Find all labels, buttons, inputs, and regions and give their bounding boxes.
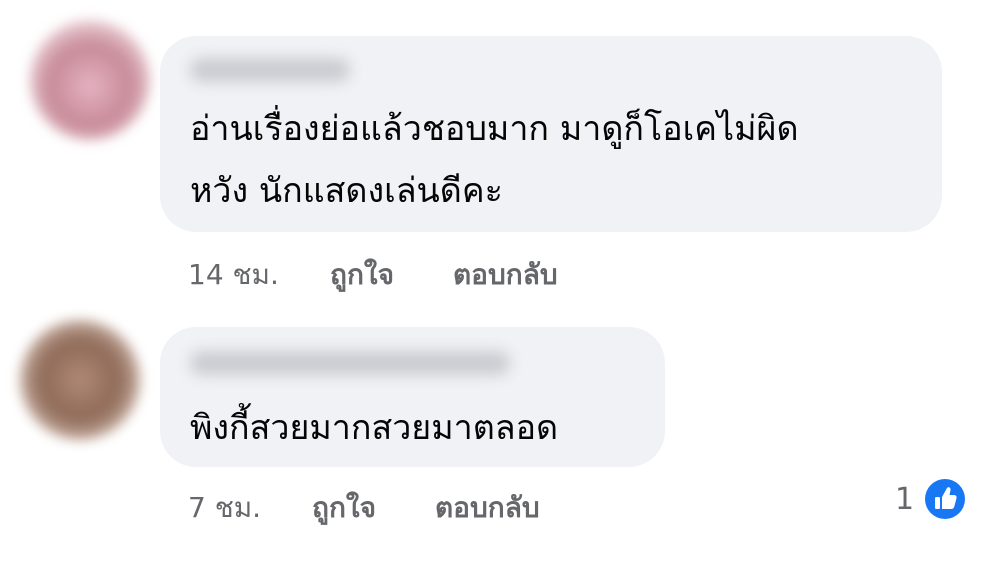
reaction-count[interactable]: 1 — [895, 482, 914, 517]
comment-timestamp[interactable]: 7 ชม. — [188, 486, 261, 530]
comment-bubble: อ่านเรื่องย่อแล้วชอบมาก มาดูก็โอเคไม่ผิด… — [160, 36, 942, 232]
author-name-blurred[interactable] — [190, 58, 350, 82]
like-button[interactable]: ถูกใจ — [312, 486, 376, 530]
comment-timestamp[interactable]: 14 ชม. — [188, 253, 279, 297]
reply-button[interactable]: ตอบกลับ — [435, 486, 540, 530]
comment-text-line-2: หวัง นักแสดงเล่นดีคะ — [190, 171, 503, 211]
avatar[interactable] — [30, 20, 150, 140]
avatar[interactable] — [20, 320, 140, 440]
like-button[interactable]: ถูกใจ — [330, 253, 394, 297]
comment-1: อ่านเรื่องย่อแล้วชอบมาก มาดูก็โอเคไม่ผิด… — [0, 0, 1000, 300]
author-name-blurred[interactable] — [190, 351, 510, 375]
comment-text-line-1: พิงกี้สวยมากสวยมาตลอด — [190, 408, 559, 448]
reply-button[interactable]: ตอบกลับ — [453, 253, 558, 297]
comment-text-line-1: อ่านเรื่องย่อแล้วชอบมาก มาดูก็โอเคไม่ผิด — [190, 109, 799, 149]
thumbs-up-glyph — [935, 487, 957, 509]
like-thumbs-up-icon[interactable] — [925, 479, 965, 519]
comment-2: พิงกี้สวยมากสวยมาตลอด 7 ชม. ถูกใจ ตอบกลั… — [0, 300, 1000, 561]
comment-bubble: พิงกี้สวยมากสวยมาตลอด — [160, 327, 665, 467]
